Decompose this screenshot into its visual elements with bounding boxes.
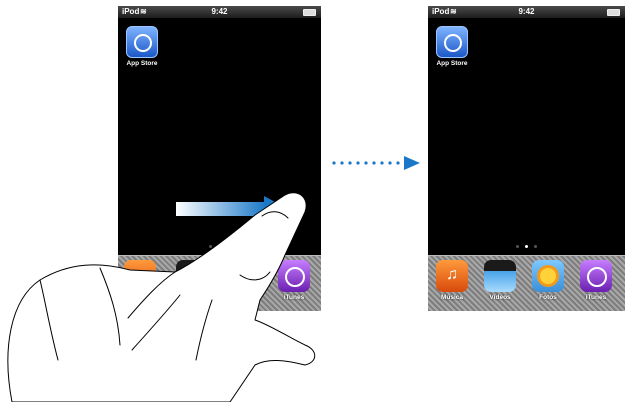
clock: 9:42 bbox=[518, 7, 535, 16]
dock-label: Música bbox=[440, 294, 464, 301]
status-bar: iPod ≋ 9:42 bbox=[428, 6, 625, 18]
app-store-app[interactable]: App Store bbox=[434, 26, 470, 67]
dock-label: iTunes bbox=[585, 294, 607, 301]
page-dot bbox=[534, 245, 537, 248]
dock-label: Vídeos bbox=[489, 294, 511, 301]
ipod-screen-after: iPod ≋ 9:42 App Store ♫ Música Vídeos Fo… bbox=[428, 6, 625, 311]
music-icon: ♫ bbox=[436, 260, 468, 292]
app-store-icon bbox=[436, 26, 468, 58]
page-indicator bbox=[428, 245, 625, 248]
photos-icon bbox=[532, 260, 564, 292]
page-dot bbox=[516, 245, 519, 248]
transition-arrow bbox=[332, 156, 420, 170]
videos-icon bbox=[484, 260, 516, 292]
battery-icon bbox=[607, 9, 620, 16]
app-label: App Store bbox=[436, 60, 468, 67]
dock-label: Fotos bbox=[539, 294, 557, 301]
dock-item-itunes[interactable]: iTunes bbox=[576, 260, 616, 301]
itunes-icon bbox=[580, 260, 612, 292]
dock: ♫ Música Vídeos Fotos iTunes bbox=[428, 255, 625, 311]
dock-item-videos[interactable]: Vídeos bbox=[480, 260, 520, 301]
dock-item-musica[interactable]: ♫ Música bbox=[432, 260, 472, 301]
page-dot-active bbox=[525, 245, 528, 248]
dock-item-fotos[interactable]: Fotos bbox=[528, 260, 568, 301]
